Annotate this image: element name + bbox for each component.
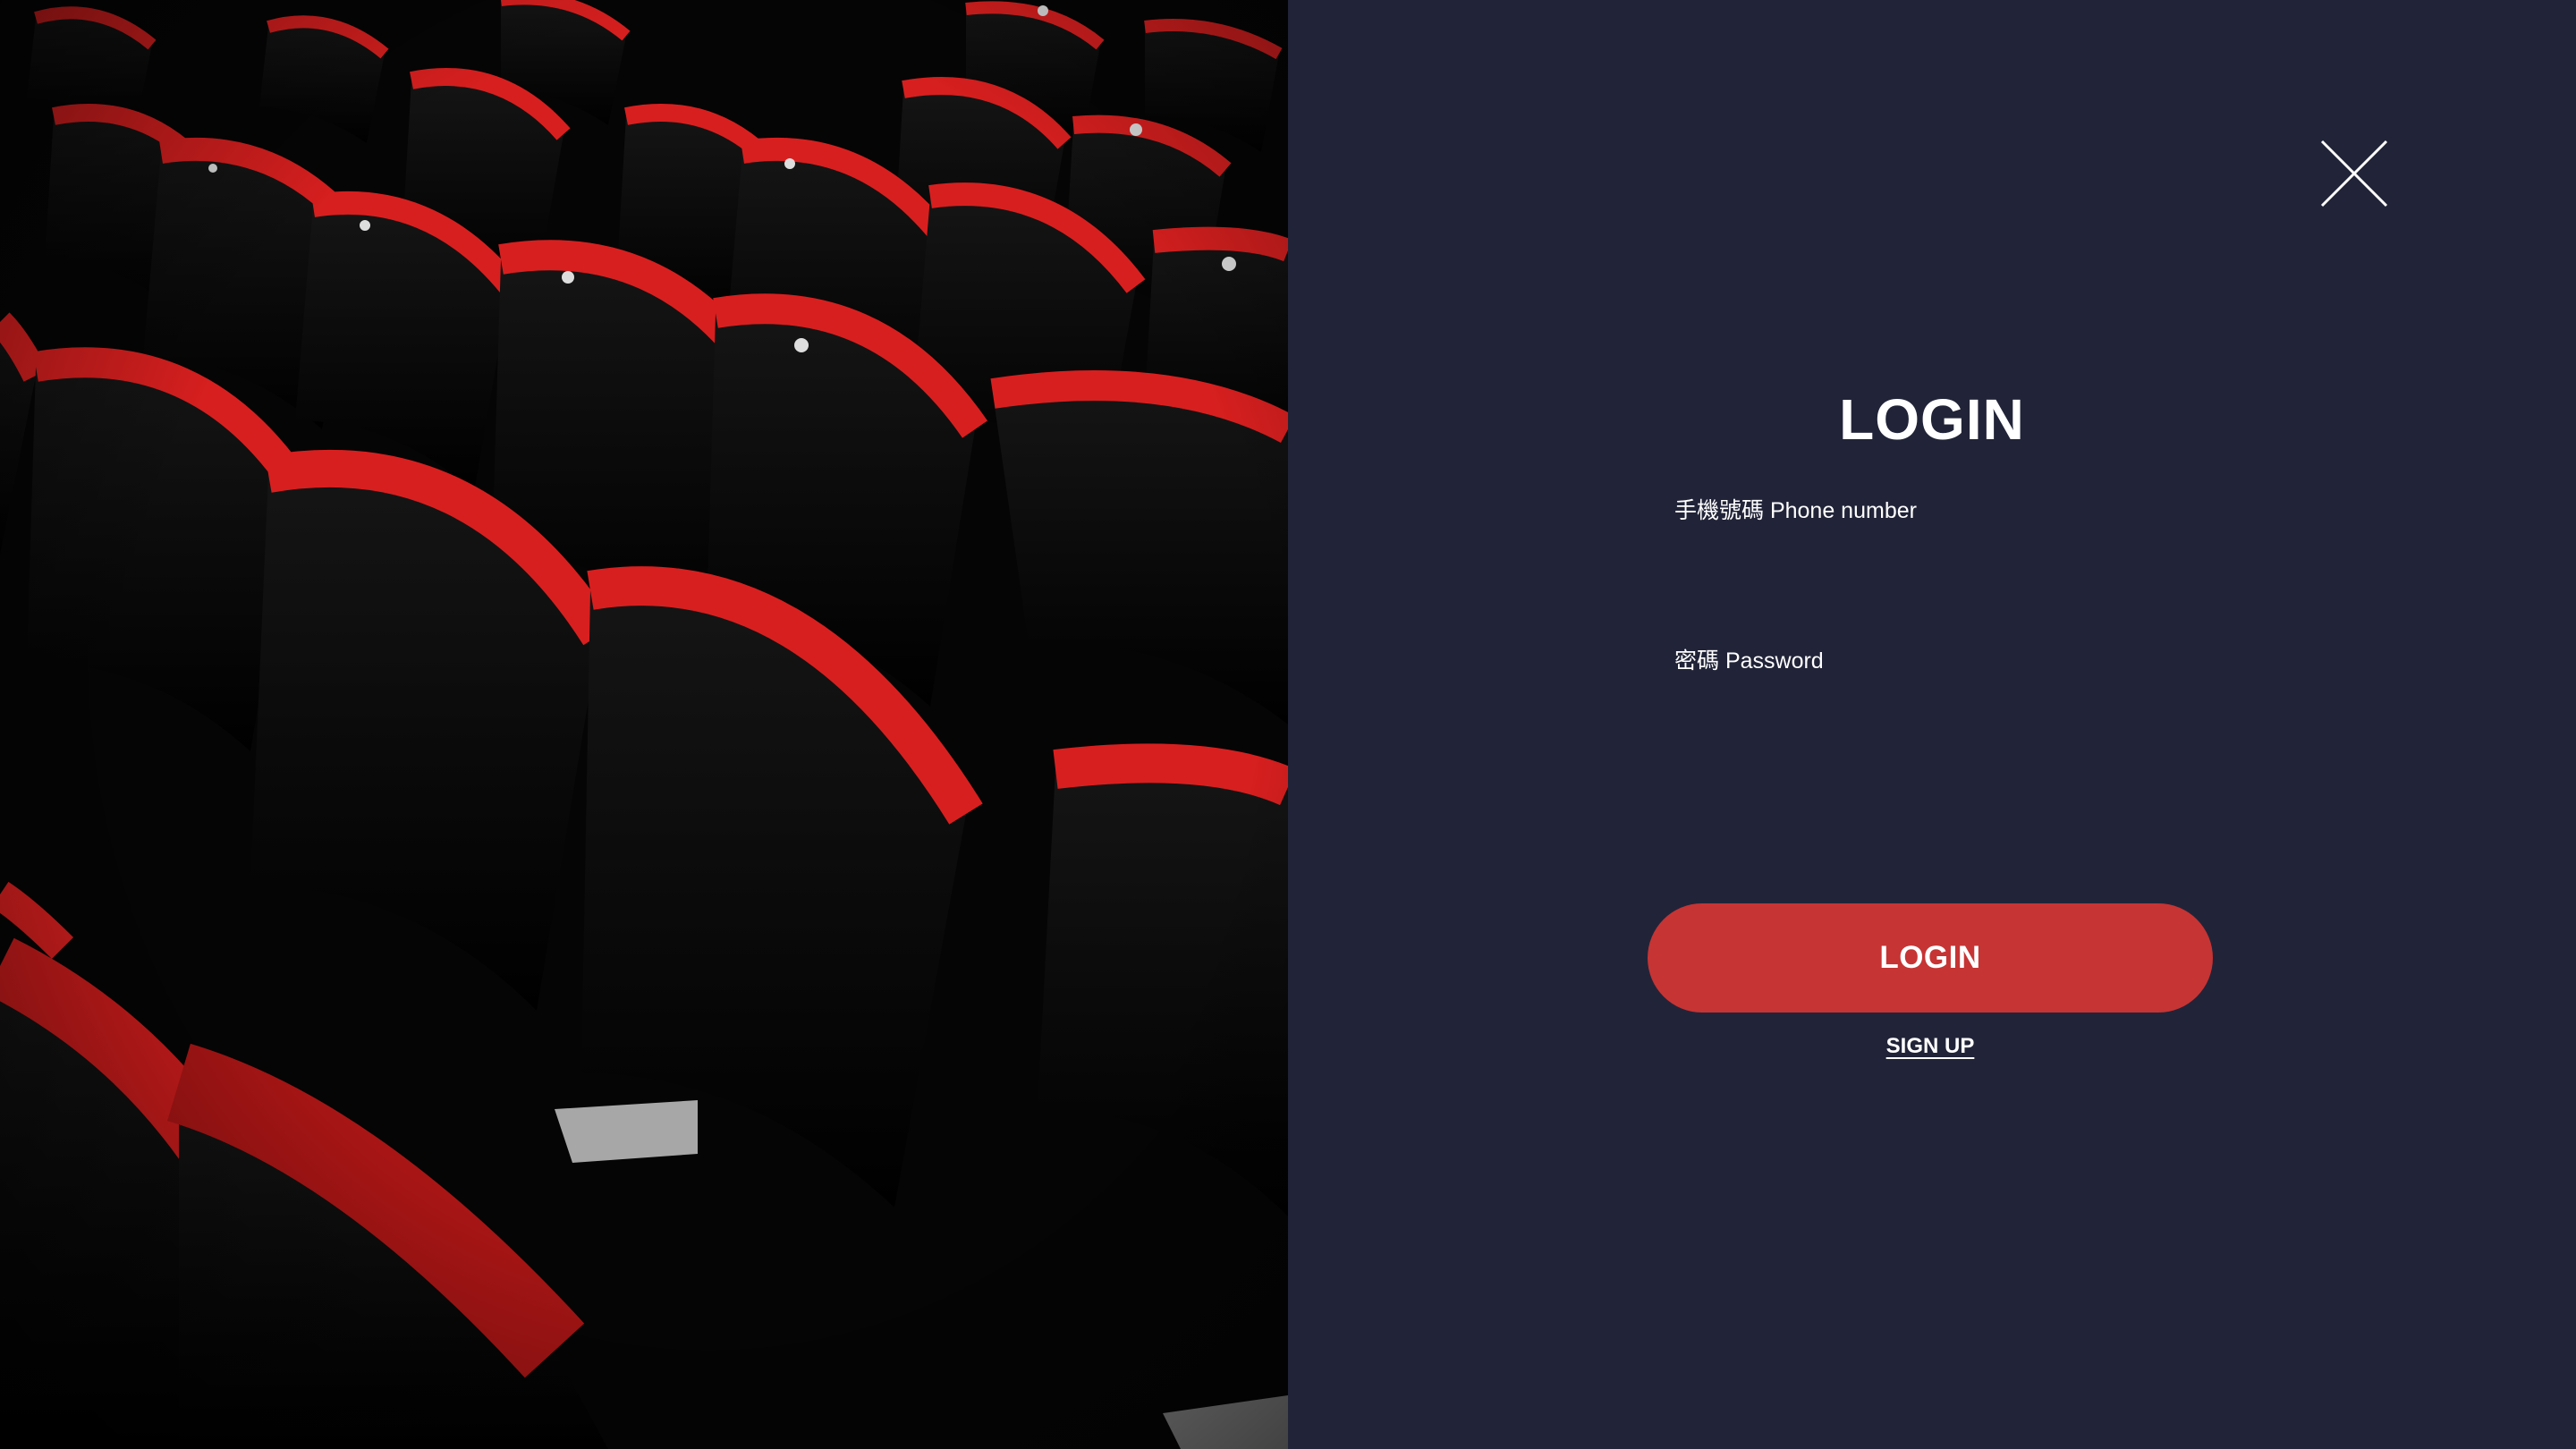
page-title: LOGIN — [1839, 387, 2025, 452]
close-icon — [2320, 140, 2388, 208]
login-page: LOGIN 手機號碼 Phone number 密碼 Password LOGI… — [0, 0, 2576, 1449]
password-input[interactable] — [1674, 685, 2241, 748]
password-label: 密碼 Password — [1674, 648, 1824, 674]
login-panel: LOGIN 手機號碼 Phone number 密碼 Password LOGI… — [1288, 0, 2576, 1449]
phone-input[interactable] — [1674, 535, 2241, 597]
signup-link[interactable]: SIGN UP — [1288, 1034, 2572, 1059]
close-button[interactable] — [2317, 136, 2392, 211]
password-field: 密碼 Password — [1674, 642, 2241, 748]
theater-seats-image — [0, 0, 1288, 1449]
login-button[interactable]: LOGIN — [1648, 903, 2213, 1013]
theater-seats-photo — [0, 0, 1288, 1449]
phone-label: 手機號碼 Phone number — [1674, 498, 1917, 523]
phone-field: 手機號碼 Phone number — [1674, 492, 2241, 597]
